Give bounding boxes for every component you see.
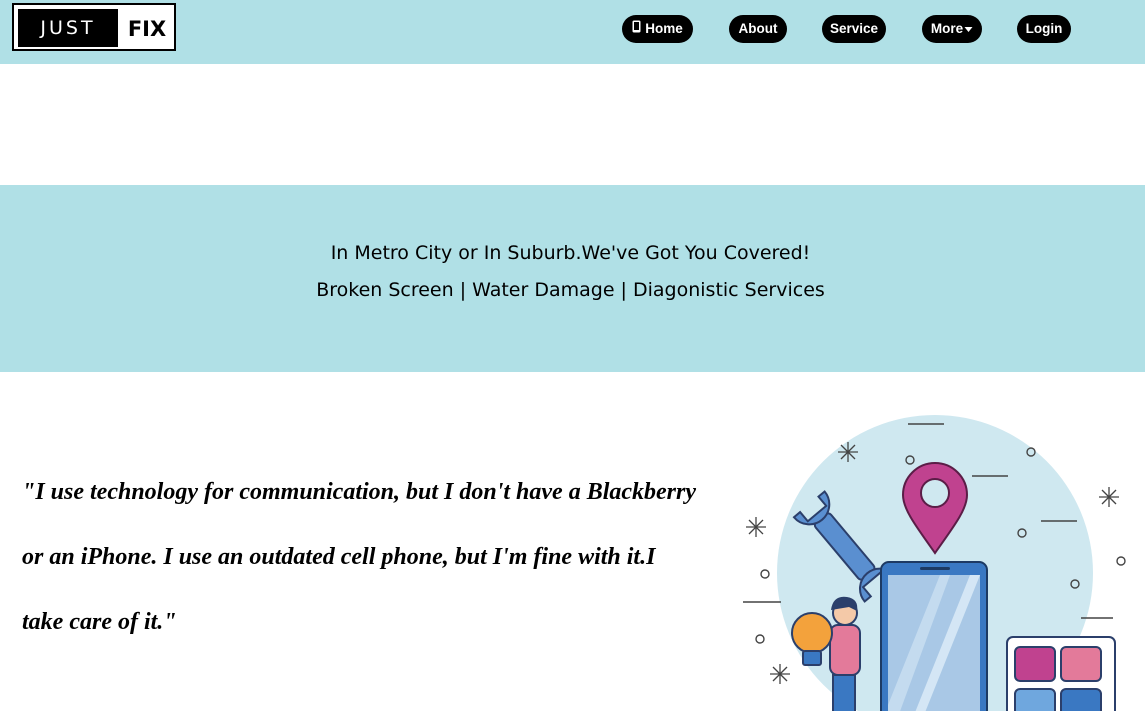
nav-login-label: Login [1025,21,1063,36]
nav-more-button[interactable]: More [922,15,982,43]
quote-text: "I use technology for communication, but… [22,479,697,635]
banner-services: Broken Screen | Water Damage | Diagonist… [316,279,825,301]
nav-about-label: About [738,21,778,36]
site-header: JUST FIX Home About Service More Login [0,0,1145,64]
caret-down-icon [964,15,973,43]
brand-logo-just: JUST [18,9,118,47]
service-banner: In Metro City or In Suburb.We've Got You… [0,185,1145,372]
nav-service-label: Service [829,21,879,36]
nav-about-button[interactable]: About [729,15,787,43]
nav-service-button[interactable]: Service [822,15,886,43]
banner-tagline: In Metro City or In Suburb.We've Got You… [330,242,811,264]
brand-logo-fix: FIX [127,17,167,41]
nav-login-button[interactable]: Login [1017,15,1071,43]
nav-home-button[interactable]: Home [622,15,693,43]
nav-home-label: Home [645,21,683,36]
phone-icon [632,15,641,43]
smartphone-icon [880,561,988,715]
nav-more-label: More [930,21,964,36]
brand-logo[interactable]: JUST FIX [12,3,176,51]
repair-illustration [735,405,1145,715]
app-tiles [1006,636,1116,715]
